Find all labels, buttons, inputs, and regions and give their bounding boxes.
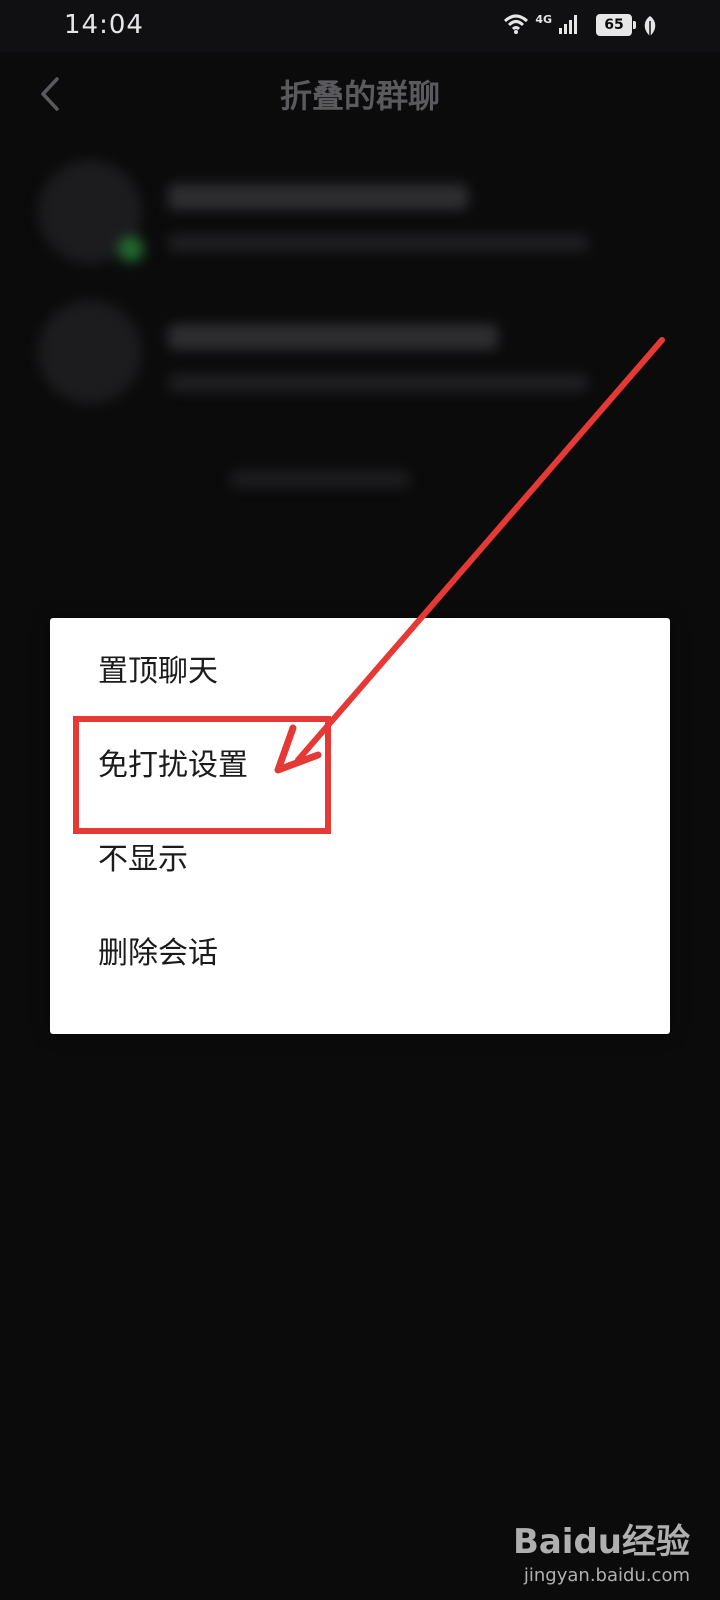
page-title: 折叠的群聊	[279, 77, 440, 115]
list-footer-placeholder	[230, 470, 410, 488]
menu-item-label: 不显示	[98, 842, 188, 877]
signal-icon	[558, 13, 580, 39]
avatar	[38, 300, 142, 404]
blurred-chat-list	[0, 140, 720, 560]
chat-preview-placeholder	[168, 234, 588, 252]
status-time: 14:04	[64, 10, 144, 40]
status-bar: 14:04 4G 65	[0, 0, 720, 52]
menu-item-label: 删除会话	[98, 936, 218, 971]
menu-item-delete-conversation[interactable]: 删除会话	[50, 904, 670, 996]
chat-preview-placeholder	[168, 374, 588, 392]
chat-name-placeholder	[168, 324, 498, 350]
leaf-icon	[642, 15, 658, 41]
annotation-highlight-box	[73, 716, 331, 834]
watermark-url: jingyan.baidu.com	[523, 1565, 690, 1586]
watermark-logo: Baidu经验	[512, 1522, 690, 1562]
chat-name-placeholder	[168, 184, 468, 210]
battery-icon: 65	[596, 14, 636, 36]
menu-item-pin-chat[interactable]: 置顶聊天	[50, 622, 670, 714]
status-icons: 4G	[503, 12, 580, 40]
chat-row	[38, 150, 678, 270]
baidu-watermark: Baidu经验 jingyan.baidu.com	[513, 1514, 690, 1586]
network-type-label: 4G	[535, 12, 552, 26]
menu-item-label: 置顶聊天	[98, 654, 218, 689]
wifi-icon	[503, 13, 529, 39]
chat-row	[38, 290, 678, 410]
online-dot-icon	[118, 236, 144, 262]
